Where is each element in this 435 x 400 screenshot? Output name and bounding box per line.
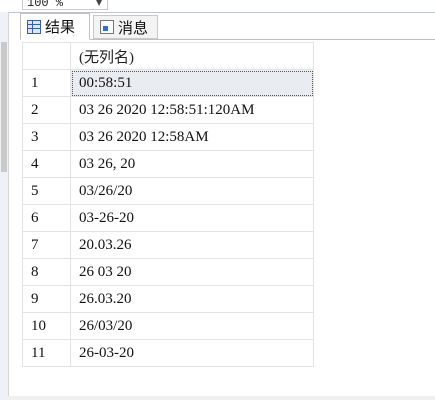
row-number[interactable]: 3 xyxy=(22,123,71,151)
row-number[interactable]: 8 xyxy=(22,258,71,286)
table-row[interactable]: 4 03 26, 20 xyxy=(22,150,314,178)
horizontal-scrollbar[interactable] xyxy=(8,396,435,400)
row-number[interactable]: 5 xyxy=(22,177,71,205)
table-row[interactable]: 9 26.03.20 xyxy=(22,285,314,313)
table-cell[interactable]: 03-26-20 xyxy=(70,204,314,232)
vertical-scrollbar[interactable] xyxy=(1,42,7,172)
grid-body: 1 00:58:51 2 03 26 2020 12:58:51:120AM 3 03 2… xyxy=(22,69,314,367)
row-number[interactable]: 1 xyxy=(22,69,71,97)
table-row[interactable]: 6 03-26-20 xyxy=(22,204,314,232)
tab-results-label: 结果 xyxy=(45,18,76,36)
tab-messages-label: 消息 xyxy=(118,18,149,37)
column-header[interactable]: (无列名) xyxy=(70,42,314,70)
table-cell[interactable]: 26/03/20 xyxy=(70,312,314,340)
table-cell[interactable]: 03/26/20 xyxy=(70,177,314,205)
table-cell[interactable]: 20.03.26 xyxy=(70,231,314,259)
row-number[interactable]: 11 xyxy=(22,339,71,367)
tab-messages[interactable]: 消息 xyxy=(93,15,158,39)
table-cell[interactable]: 03 26, 20 xyxy=(70,150,314,178)
result-tabs: 结果 消息 xyxy=(20,13,435,40)
left-margin xyxy=(0,12,9,400)
row-number[interactable]: 9 xyxy=(22,285,71,313)
table-row[interactable]: 10 26/03/20 xyxy=(22,312,314,340)
row-number[interactable]: 10 xyxy=(22,312,71,340)
table-row[interactable]: 2 03 26 2020 12:58:51:120AM xyxy=(22,96,314,124)
row-number-header[interactable] xyxy=(22,42,71,70)
row-number[interactable]: 2 xyxy=(22,96,71,124)
row-number[interactable]: 6 xyxy=(22,204,71,232)
table-cell[interactable]: 26-03-20 xyxy=(70,339,314,367)
grid-icon xyxy=(27,19,41,34)
zoom-bar: 100 % ▼ xyxy=(0,0,435,13)
row-number[interactable]: 4 xyxy=(22,150,71,178)
table-row[interactable]: 3 03 26 2020 12:58AM xyxy=(22,123,314,151)
message-icon xyxy=(100,20,114,34)
header-row: (无列名) xyxy=(22,42,314,70)
row-number[interactable]: 7 xyxy=(22,231,71,259)
table-row[interactable]: 5 03/26/20 xyxy=(22,177,314,205)
table-cell[interactable]: 03 26 2020 12:58AM xyxy=(70,123,314,151)
table-row[interactable]: 1 00:58:51 xyxy=(22,69,314,97)
table-row[interactable]: 11 26-03-20 xyxy=(22,339,314,367)
table-cell[interactable]: 03 26 2020 12:58:51:120AM xyxy=(70,96,314,124)
table-row[interactable]: 8 26 03 20 xyxy=(22,258,314,286)
chevron-down-icon[interactable]: ▼ xyxy=(96,0,102,7)
tab-results[interactable]: 结果 xyxy=(20,13,90,40)
results-grid: (无列名) 1 00:58:51 2 03 26 2020 12:58:51:120A… xyxy=(22,42,314,367)
table-cell[interactable]: 26 03 20 xyxy=(70,258,314,286)
table-cell[interactable]: 26.03.20 xyxy=(70,285,314,313)
table-row[interactable]: 7 20.03.26 xyxy=(22,231,314,259)
table-cell[interactable]: 00:58:51 xyxy=(70,69,314,97)
